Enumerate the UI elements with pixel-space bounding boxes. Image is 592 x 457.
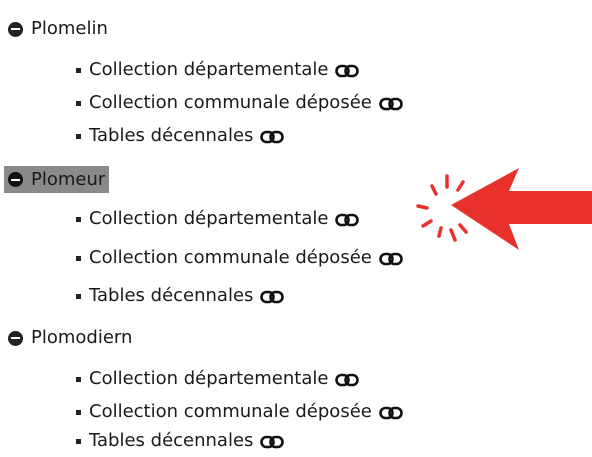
bullet [76,68,81,73]
pointer-arrow-icon [451,168,592,250]
list-item-plomeur-communale[interactable]: Collection communale déposée [76,244,403,272]
item-label[interactable]: Collection départementale [89,56,328,84]
link-icon[interactable] [379,252,403,266]
collapse-minus-icon[interactable] [8,21,23,37]
list-item-plomeur-tables[interactable]: Tables décennales [76,282,285,310]
item-label[interactable]: Collection communale déposée [89,89,372,117]
link-icon[interactable] [260,435,285,449]
list-item-plomeur-departementale[interactable]: Collection départementale [76,205,360,233]
list-item-plomodiern-departementale[interactable]: Collection départementale [76,365,360,393]
item-label[interactable]: Tables décennales [89,427,253,455]
commune-name: Plomeur [31,168,106,190]
click-burst-icon [416,174,468,242]
commune-toggle-plomelin[interactable]: Plomelin [8,15,108,43]
link-icon[interactable] [335,373,360,387]
list-item-plomelin-tables[interactable]: Tables décennales [76,122,285,150]
link-icon[interactable] [379,406,403,420]
list-item-plomelin-departementale[interactable]: Collection départementale [76,56,360,84]
bullet [76,410,81,415]
bullet [76,294,81,299]
collapse-minus-icon[interactable] [8,330,23,346]
link-icon[interactable] [335,64,360,78]
bullet [76,377,81,382]
link-icon[interactable] [260,290,285,304]
link-icon[interactable] [379,97,403,111]
item-label[interactable]: Collection départementale [89,365,328,393]
commune-toggle-plomodiern[interactable]: Plomodiern [8,324,132,352]
link-icon[interactable] [260,130,285,144]
bullet [76,101,81,106]
item-label[interactable]: Tables décennales [89,282,253,310]
item-label[interactable]: Collection communale déposée [89,244,372,272]
commune-toggle-plomeur[interactable]: Plomeur [4,166,110,193]
list-item-plomelin-communale[interactable]: Collection communale déposée [76,89,403,117]
item-label[interactable]: Collection départementale [89,205,328,233]
collapse-minus-icon[interactable] [8,172,23,187]
bullet [76,134,81,139]
commune-name: Plomelin [31,18,108,39]
list-item-plomodiern-communale[interactable]: Collection communale déposée [76,398,403,426]
item-label[interactable]: Tables décennales [89,122,253,150]
bullet [76,439,81,444]
list-item-plomodiern-tables[interactable]: Tables décennales [76,427,285,455]
link-icon[interactable] [335,213,360,227]
commune-name: Plomodiern [31,327,133,348]
bullet [76,217,81,222]
bullet [76,256,81,261]
item-label[interactable]: Collection communale déposée [89,398,372,426]
